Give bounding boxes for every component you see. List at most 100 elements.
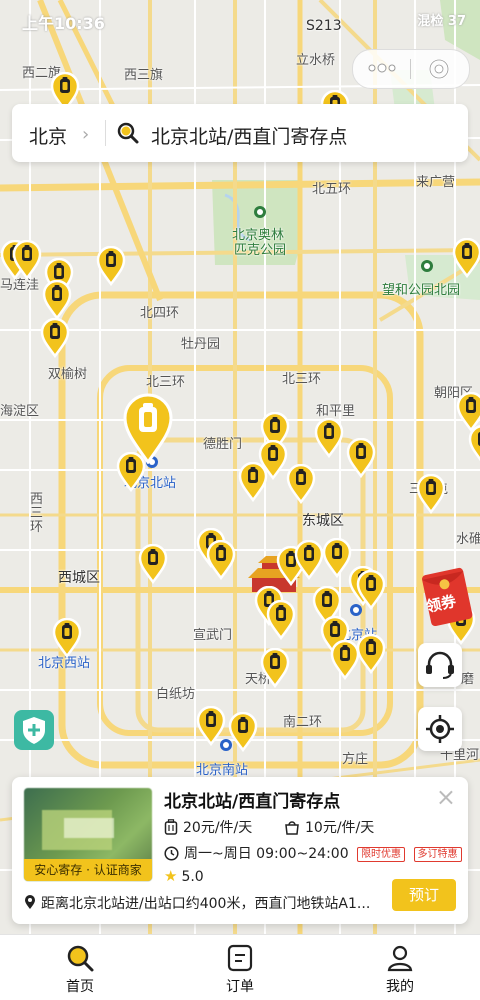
storage-pin-icon[interactable] (468, 425, 480, 465)
crosshair-icon (426, 715, 454, 743)
map-label: 西 (30, 492, 44, 507)
safety-shield-button[interactable] (14, 710, 54, 750)
storage-pin-icon[interactable] (12, 240, 42, 280)
map-label: 牡丹园 (181, 337, 221, 352)
storage-pin-icon[interactable] (138, 544, 168, 584)
promo-tag: 限时优惠 (357, 847, 406, 862)
price-small-item: 10元/件/天 (284, 817, 374, 837)
headset-icon (426, 651, 454, 679)
close-miniprogram-icon[interactable] (427, 57, 451, 81)
map-label: 环 (30, 520, 44, 535)
suitcase-icon (164, 819, 178, 835)
coupon-button[interactable]: 领券 (418, 565, 476, 627)
map-label: 西城区 (58, 570, 100, 586)
opening-hours: 周一~周日 09:00~24:00 限时优惠 多订特惠 (164, 843, 462, 863)
search-icon (117, 122, 139, 144)
map-label: 北五环 (312, 182, 352, 197)
status-time: 上午10:36 (22, 14, 105, 33)
user-icon (387, 945, 413, 972)
storage-pin-icon[interactable] (40, 318, 70, 358)
storage-pin-icon[interactable] (266, 600, 296, 640)
map-label: 德胜门 (203, 437, 243, 452)
map-label: 北三环 (282, 372, 322, 387)
map-label: 东城区 (302, 513, 344, 529)
storage-pin-icon[interactable] (286, 464, 316, 504)
chevron-right-icon[interactable]: › (82, 124, 89, 145)
storage-pin-icon[interactable] (356, 570, 386, 610)
hours-value: 周一~周日 09:00~24:00 (184, 846, 349, 862)
map-label: 和平里 (316, 404, 356, 419)
tab-profile[interactable]: 我的 (360, 941, 440, 997)
map-label: 水碓 (456, 532, 480, 547)
map-label: 宣武门 (193, 628, 233, 643)
capsule-divider (410, 59, 411, 79)
tab-label: 我的 (386, 979, 414, 995)
storage-pin-icon[interactable] (346, 438, 376, 478)
storage-pin-icon[interactable] (228, 712, 258, 752)
map-label: 北四环 (140, 306, 180, 321)
storage-pin-icon[interactable] (314, 418, 344, 458)
promo-tag: 多订特惠 (413, 847, 462, 862)
map-label: 北京奥林 (232, 228, 285, 243)
storage-pin-icon[interactable] (294, 540, 324, 580)
map-label: 方庄 (342, 752, 369, 767)
storage-pin-icon[interactable] (196, 706, 226, 746)
storage-pin-icon[interactable] (52, 618, 82, 658)
tab-label: 订单 (226, 979, 254, 995)
search-divider (105, 120, 106, 146)
search-bar: 北京 › 北京北站/西直门寄存点 (12, 104, 468, 162)
map-label: 北京西站 (38, 656, 91, 671)
storage-pin-icon[interactable] (206, 540, 236, 580)
map-label: 立水桥 (296, 53, 336, 68)
map-label: 马连洼 (0, 278, 40, 293)
storage-pin-icon[interactable] (356, 634, 386, 674)
map-label: 双榆树 (48, 367, 88, 382)
miniprogram-capsule (352, 49, 470, 89)
distance-info: 距离北京北站进/出站口约400米，西直门地铁站A1... (24, 893, 384, 913)
book-button[interactable]: 预订 (392, 879, 456, 911)
certified-badge: 安心寄存 · 认证商家 (24, 859, 152, 881)
status-indicators: 混检 37 (417, 14, 466, 29)
city-selector[interactable]: 北京 (29, 122, 67, 149)
map-label: 西三旗 (124, 68, 164, 83)
price-large-value: 20元/件/天 (183, 820, 253, 836)
search-input[interactable]: 北京北站/西直门寄存点 (151, 122, 347, 149)
order-list-icon (227, 944, 253, 972)
storage-pin-icon[interactable] (238, 462, 268, 502)
location-pin-icon (25, 895, 35, 909)
map-label: 白纸坊 (156, 687, 196, 702)
map-label: 来广营 (416, 175, 456, 190)
more-icon[interactable] (367, 58, 397, 78)
map-label: 北三环 (146, 375, 186, 390)
tab-bar: 首页 订单 我的 (0, 934, 480, 1000)
close-icon[interactable]: × (436, 785, 456, 809)
status-bar: 上午10:36 混检 37 (0, 0, 480, 40)
map-label: 北京南站 (196, 763, 249, 778)
price-small-value: 10元/件/天 (305, 820, 375, 836)
star-icon: ★ (164, 867, 178, 885)
customer-service-button[interactable] (418, 643, 462, 687)
clock-icon (164, 846, 179, 861)
rating-value: 5.0 (181, 869, 204, 885)
price-large-item: 20元/件/天 (164, 817, 252, 837)
storage-pin-icon[interactable] (260, 648, 290, 688)
map-label: 望和公园北园 (382, 283, 461, 298)
storage-pin-icon[interactable] (42, 280, 72, 320)
selected-storage-pin[interactable] (122, 392, 174, 465)
tab-home[interactable]: 首页 (40, 941, 120, 997)
locate-me-button[interactable] (418, 707, 462, 751)
storage-pin-icon[interactable] (96, 246, 126, 286)
map-label: 南二环 (283, 715, 323, 730)
store-title: 北京北站/西直门寄存点 (164, 792, 341, 812)
distance-text: 距离北京北站进/出站口约400米，西直门地铁站A1... (41, 896, 371, 912)
search-home-icon (67, 945, 94, 972)
storage-pin-icon[interactable] (416, 474, 446, 514)
tab-orders[interactable]: 订单 (200, 941, 280, 997)
storage-pin-icon[interactable] (452, 238, 480, 278)
tab-label: 首页 (66, 979, 94, 995)
rating: ★ 5.0 (164, 867, 204, 885)
map-label: 匹克公园 (234, 243, 287, 258)
storage-point-card[interactable]: 安心寄存 · 认证商家 北京北站/西直门寄存点 × 20元/件/天 10元/件/… (12, 777, 468, 924)
map-label: 海淀区 (0, 404, 40, 419)
map-label: 三 (30, 506, 44, 521)
